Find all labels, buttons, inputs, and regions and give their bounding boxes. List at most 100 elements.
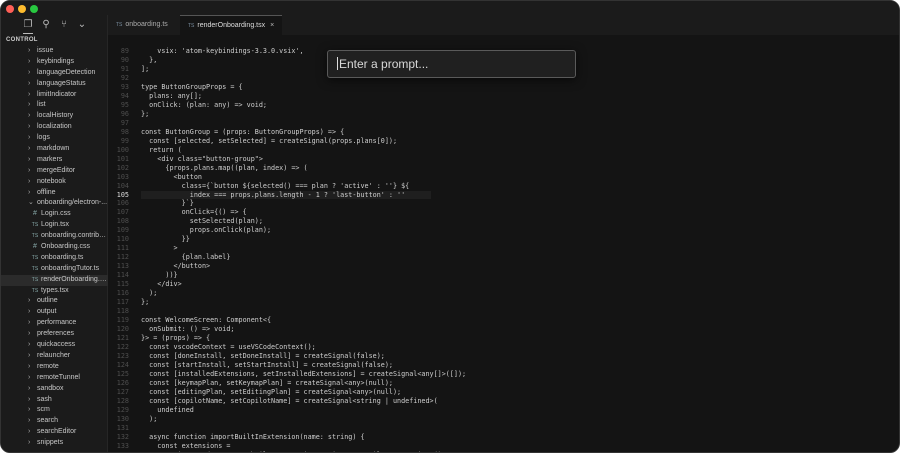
code-line[interactable]: 110 }} (108, 235, 899, 244)
tree-item[interactable]: ›limitIndicator (1, 90, 108, 101)
code-line[interactable]: 115 </div> (108, 280, 899, 289)
code-line[interactable]: 102 {props.plans.map((plan, index) => ( (108, 164, 899, 173)
code-line[interactable]: 97 (108, 119, 899, 128)
code-line[interactable]: 96}; (108, 110, 899, 119)
maximize-window-button[interactable] (30, 5, 38, 13)
code-line[interactable]: 132 async function importBuiltInExtensio… (108, 433, 899, 442)
code-line[interactable]: 120 onSubmit: () => void; (108, 325, 899, 334)
tree-item[interactable]: ›quickaccess (1, 340, 108, 351)
tree-item[interactable]: #Onboarding.css (1, 242, 108, 253)
tree-item[interactable]: TSonboarding.ts (1, 253, 108, 264)
tree-item[interactable]: TSrenderOnboarding.tsx (1, 275, 108, 286)
tree-item[interactable]: ›sandbox (1, 384, 108, 395)
tree-item-label: markers (37, 156, 62, 163)
tree-item[interactable]: ›scm (1, 405, 108, 416)
tree-item[interactable]: ⌄onboarding/electron-... (1, 198, 108, 209)
tree-item[interactable]: ›mergeEditor (1, 166, 108, 177)
tree-item[interactable]: ›remote (1, 362, 108, 373)
tree-item[interactable]: ›outline (1, 296, 108, 307)
tree-item[interactable]: ›list (1, 100, 108, 111)
code-line[interactable]: 95 onClick: (plan: any) => void; (108, 101, 899, 110)
code-line[interactable]: 117}; (108, 298, 899, 307)
code-line[interactable]: 130 ); (108, 415, 899, 424)
code-line[interactable]: 124 const [startInstall, setStartInstall… (108, 361, 899, 370)
code-text: onSubmit: () => void; (141, 325, 234, 334)
tree-item[interactable]: ›relauncher (1, 351, 108, 362)
search-icon[interactable]: ⚲ (41, 19, 51, 34)
code-line[interactable]: 123 const [doneInstall, setDoneInstall] … (108, 352, 899, 361)
tree-item[interactable]: ›logs (1, 133, 108, 144)
tree-item[interactable]: ›searchEditor (1, 427, 108, 438)
code-line[interactable]: 118 (108, 307, 899, 316)
tree-item-label: snippets (37, 439, 63, 446)
tree-item[interactable]: TStypes.tsx (1, 286, 108, 297)
code-text: </div> (141, 280, 182, 289)
tree-item[interactable]: ›localHistory (1, 111, 108, 122)
code-line[interactable]: 112 {plan.label} (108, 253, 899, 262)
tree-item[interactable]: TSLogin.tsx (1, 220, 108, 231)
tree-item[interactable]: ›offline (1, 188, 108, 199)
code-line[interactable]: 93type ButtonGroupProps = { (108, 83, 899, 92)
tree-item[interactable]: ›sash (1, 395, 108, 406)
tree-item[interactable]: ›issue (1, 46, 108, 57)
chevron-down-icon[interactable]: ⌄ (77, 19, 87, 34)
tree-item[interactable]: ›output (1, 307, 108, 318)
code-line[interactable]: 125 const [installedExtensions, setInsta… (108, 370, 899, 379)
close-window-button[interactable] (6, 5, 14, 13)
tree-item[interactable]: #Login.css (1, 209, 108, 220)
code-line[interactable]: 104 class={`button ${selected() === plan… (108, 182, 899, 191)
code-line[interactable]: 116 ); (108, 289, 899, 298)
tab-onboarding-ts[interactable]: TSonboarding.ts (108, 15, 176, 35)
tree-item[interactable]: TSonboarding.contribu... (1, 231, 108, 242)
files-icon[interactable]: ❐ (23, 19, 33, 34)
code-line[interactable]: 103 <button (108, 173, 899, 182)
tree-item-label: relauncher (37, 352, 70, 359)
code-line[interactable]: 101 <div class="button-group"> (108, 155, 899, 164)
line-number: 130 (108, 415, 129, 424)
code-line[interactable]: 114 ))} (108, 271, 899, 280)
tab-label: renderOnboarding.tsx (197, 22, 265, 29)
prompt-input[interactable]: Enter a prompt... (327, 50, 576, 78)
code-line[interactable]: 94 plans: any[]; (108, 92, 899, 101)
code-line[interactable]: 128 const [copilotName, setCopilotName] … (108, 397, 899, 406)
tree-item[interactable]: ›remoteTunnel (1, 373, 108, 384)
tree-item[interactable]: ›snippets (1, 438, 108, 449)
tree-item[interactable]: ›markers (1, 155, 108, 166)
code-line[interactable]: 126 const [keymapPlan, setKeymapPlan] = … (108, 379, 899, 388)
tree-item[interactable]: ›performance (1, 318, 108, 329)
source-control-icon[interactable]: ⑂ (59, 19, 69, 34)
code-line[interactable]: 127 const [editingPlan, setEditingPlan] … (108, 388, 899, 397)
code-line[interactable]: 133 const extensions = (108, 442, 899, 451)
code-line[interactable]: 105 index === props.plans.length - 1 ? '… (108, 191, 899, 200)
code-line[interactable]: 106 }`} (108, 199, 899, 208)
code-line[interactable]: 121}> = (props) => { (108, 334, 899, 343)
tree-item[interactable]: ›markdown (1, 144, 108, 155)
tree-item[interactable]: TSonboardingTutor.ts (1, 264, 108, 275)
code-editor[interactable]: 89 vsix: 'atom-keybindings-3.3.0.vsix',9… (108, 47, 899, 452)
close-tab-icon[interactable]: × (270, 22, 274, 29)
tree-item[interactable]: ›preferences (1, 329, 108, 340)
code-line[interactable]: 107 onClick={() => { (108, 208, 899, 217)
tree-item[interactable]: ›keybindings (1, 57, 108, 68)
code-line[interactable]: 131 (108, 424, 899, 433)
tree-item[interactable]: ›languageDetection (1, 68, 108, 79)
code-line[interactable]: 99 const [selected, setSelected] = creat… (108, 137, 899, 146)
typescript-file-icon: TS (31, 253, 39, 264)
code-line[interactable]: 98const ButtonGroup = (props: ButtonGrou… (108, 128, 899, 137)
tree-item-label: sash (37, 396, 52, 403)
code-line[interactable]: 111 > (108, 244, 899, 253)
code-line[interactable]: 122 const vscodeContext = useVSCodeConte… (108, 343, 899, 352)
code-line[interactable]: 113 </button> (108, 262, 899, 271)
code-line[interactable]: 100 return ( (108, 146, 899, 155)
code-line[interactable]: 108 setSelected(plan); (108, 217, 899, 226)
code-line[interactable]: 119const WelcomeScreen: Component<{ (108, 316, 899, 325)
tree-item[interactable]: ›localization (1, 122, 108, 133)
line-number: 104 (108, 182, 129, 191)
tab-renderonboarding-tsx[interactable]: TSrenderOnboarding.tsx× (180, 15, 282, 35)
code-line[interactable]: 109 props.onClick(plan); (108, 226, 899, 235)
tree-item[interactable]: ›search (1, 416, 108, 427)
tree-item[interactable]: ›notebook (1, 177, 108, 188)
code-line[interactable]: 129 undefined (108, 406, 899, 415)
minimize-window-button[interactable] (18, 5, 26, 13)
tree-item[interactable]: ›languageStatus (1, 79, 108, 90)
